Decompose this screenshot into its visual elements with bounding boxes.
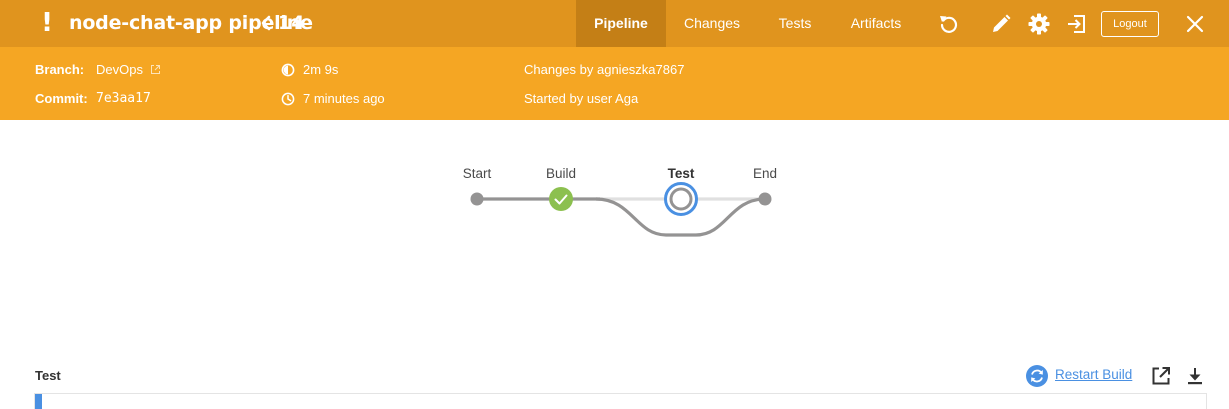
build-success-node[interactable] — [549, 187, 573, 211]
download-icon[interactable] — [1184, 365, 1206, 387]
tab-tests[interactable]: Tests — [768, 0, 822, 47]
tab-pipeline[interactable]: Pipeline — [576, 0, 666, 47]
log-output-panel[interactable] — [34, 393, 1207, 409]
top-header: ! node-chat-app pipeline 14 Pipeline Cha… — [0, 0, 1229, 47]
selected-stage-title: Test — [35, 368, 61, 383]
logout-button[interactable]: Logout — [1101, 11, 1159, 37]
commit-label: Commit: — [35, 91, 88, 106]
gear-icon[interactable] — [1027, 12, 1051, 36]
restart-icon[interactable] — [1025, 364, 1049, 388]
changes-by-text: Changes by agnieszka7867 — [524, 62, 685, 77]
restart-build-link[interactable]: Restart Build — [1055, 367, 1132, 382]
replay-icon[interactable] — [937, 12, 961, 36]
branch-label: Branch: — [35, 62, 85, 77]
pipeline-graph: Start Build Test End — [0, 120, 1229, 350]
run-info-bar: Branch: DevOps Commit: 7e3aa17 2m 9s 7 m… — [0, 47, 1229, 120]
start-node — [470, 192, 484, 206]
tab-artifacts[interactable]: Artifacts — [842, 0, 910, 47]
external-link-icon[interactable] — [150, 64, 161, 75]
warning-status-icon: ! — [41, 8, 53, 38]
commit-value[interactable]: 7e3aa17 — [96, 91, 151, 107]
pipeline-graph-lines — [470, 182, 772, 237]
close-icon[interactable] — [1183, 12, 1207, 36]
clock-icon — [281, 92, 295, 106]
exit-icon[interactable] — [1065, 12, 1089, 36]
edit-icon[interactable] — [989, 12, 1013, 36]
pipeline-title: node-chat-app pipeline — [69, 12, 313, 34]
duration-icon — [281, 63, 295, 77]
run-number[interactable]: 14 — [278, 12, 304, 34]
branch-value[interactable]: DevOps — [96, 62, 143, 78]
started-by-text: Started by user Aga — [524, 91, 639, 106]
tab-changes[interactable]: Changes — [674, 0, 750, 47]
chevron-left-icon[interactable] — [259, 12, 273, 34]
open-in-new-window-icon[interactable] — [1150, 365, 1172, 387]
end-node — [758, 192, 772, 206]
time-ago-value: 7 minutes ago — [303, 91, 385, 106]
test-running-node[interactable] — [664, 182, 698, 216]
duration-value: 2m 9s — [303, 62, 339, 77]
log-status-accent — [35, 394, 42, 409]
